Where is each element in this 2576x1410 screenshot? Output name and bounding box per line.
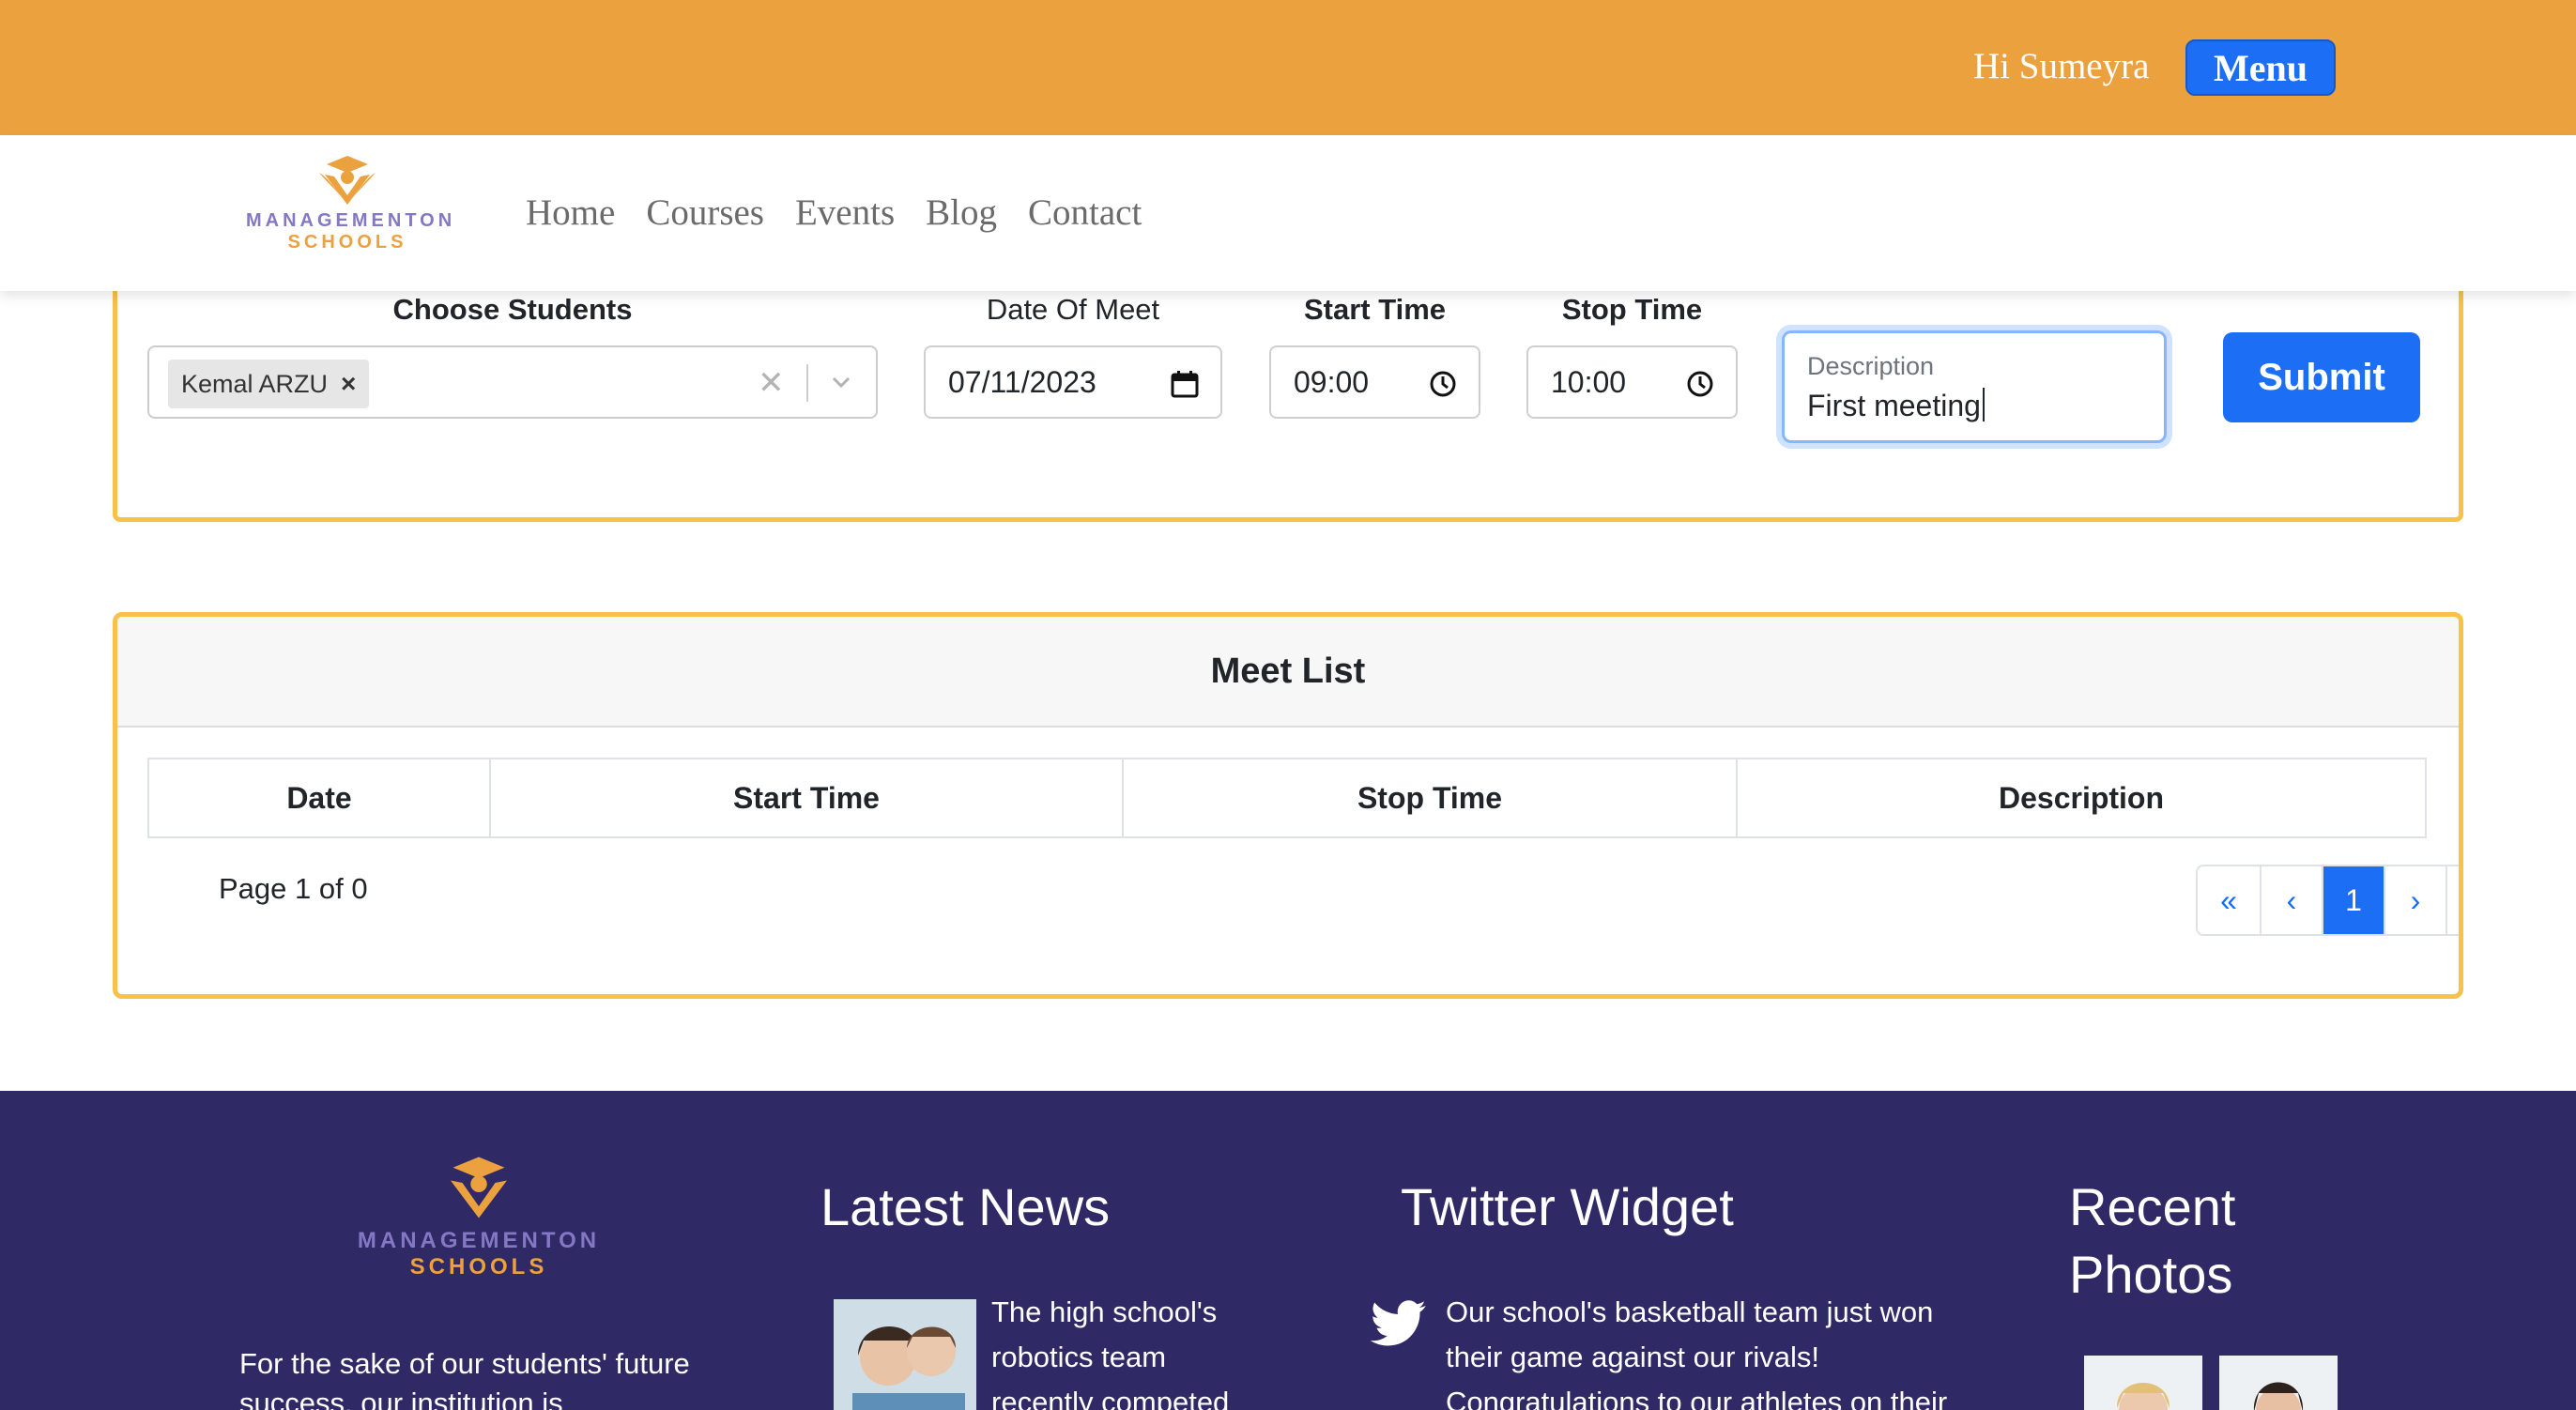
- start-time-label: Start Time: [1303, 293, 1447, 326]
- logo-text-line1: MANAGEMENTON: [357, 1228, 601, 1253]
- user-greeting: Hi Sumeyra: [1973, 46, 2150, 86]
- start-time-input[interactable]: 09:00: [1269, 345, 1480, 419]
- recent-photos-heading: Recent Photos: [2069, 1177, 2236, 1304]
- column-header-stop-time[interactable]: Stop Time: [1122, 758, 1738, 838]
- selected-student-tag: Kemal ARZU ×: [168, 360, 370, 408]
- recent-photo-thumbnail[interactable]: [2219, 1356, 2338, 1410]
- nav-events[interactable]: Events: [795, 192, 895, 234]
- nav-courses[interactable]: Courses: [646, 192, 764, 234]
- stop-time-label: Stop Time: [1561, 293, 1703, 326]
- meet-date-input[interactable]: 07/11/2023: [924, 345, 1222, 419]
- logo-text-line1: MANAGEMENTON: [246, 210, 456, 231]
- site-footer: MANAGEMENTON SCHOOLS For the sake of our…: [0, 1091, 2576, 1410]
- remove-student-icon[interactable]: ×: [341, 369, 356, 399]
- student-multiselect[interactable]: Kemal ARZU × ✕: [147, 345, 878, 419]
- clock-icon[interactable]: [1428, 369, 1458, 399]
- date-label: Date Of Meet: [986, 293, 1160, 326]
- nav-blog[interactable]: Blog: [926, 192, 997, 234]
- school-logo[interactable]: MANAGEMENTON SCHOOLS: [246, 152, 456, 253]
- stop-time-value: 10:00: [1551, 364, 1627, 399]
- selected-student-name: Kemal ARZU: [181, 369, 329, 398]
- pagination: « ‹ 1 › »: [2196, 865, 2459, 936]
- column-header-description[interactable]: Description: [1736, 758, 2427, 838]
- nav-contact[interactable]: Contact: [1028, 192, 1142, 234]
- top-bar: Hi Sumeyra Menu: [0, 0, 2576, 135]
- twitter-widget-heading: Twitter Widget: [1401, 1177, 1734, 1236]
- description-value: First meeting: [1807, 389, 1981, 422]
- submit-button[interactable]: Submit: [2223, 332, 2420, 422]
- recent-photo-thumbnail[interactable]: [2084, 1356, 2202, 1410]
- last-page-button[interactable]: »: [2446, 866, 2459, 934]
- meet-table: Date Start Time Stop Time Description: [147, 758, 2427, 838]
- meet-date-value: 07/11/2023: [948, 364, 1096, 399]
- prev-page-button[interactable]: ‹: [2260, 866, 2322, 934]
- logo-text-line2: SCHOOLS: [287, 232, 407, 253]
- chevron-down-icon[interactable]: [827, 368, 855, 396]
- stop-time-input[interactable]: 10:00: [1526, 345, 1738, 419]
- menu-button[interactable]: Menu: [2185, 39, 2336, 96]
- start-time-value: 09:00: [1294, 364, 1370, 399]
- clear-selection-icon[interactable]: ✕: [758, 364, 785, 402]
- logo-text-line2: SCHOOLS: [409, 1254, 548, 1280]
- graduation-cap-logo-icon: [319, 156, 376, 205]
- footer-about-text: For the sake of our students' future suc…: [239, 1347, 690, 1410]
- page-info: Page 1 of 0: [219, 872, 368, 905]
- news-item-text[interactable]: The high school's robotics team recently…: [991, 1290, 1264, 1410]
- page-1-button[interactable]: 1: [2322, 866, 2384, 934]
- nav-home[interactable]: Home: [526, 192, 615, 234]
- calendar-icon[interactable]: [1170, 369, 1200, 399]
- latest-news-heading: Latest News: [820, 1177, 1111, 1236]
- tweet-text[interactable]: Our school's basketball team just won th…: [1446, 1290, 1990, 1410]
- nav-links: Home Courses Events Blog Contact: [526, 192, 1142, 234]
- news-thumbnail[interactable]: [834, 1299, 976, 1410]
- select-divider: [806, 364, 808, 402]
- meet-list-card: Meet List Date Start Time Stop Time Desc…: [113, 612, 2463, 999]
- clock-icon[interactable]: [1685, 369, 1715, 399]
- meet-list-title: Meet List: [117, 617, 2459, 728]
- column-header-start-time[interactable]: Start Time: [489, 758, 1124, 838]
- first-page-button[interactable]: «: [2198, 866, 2260, 934]
- graduation-cap-logo-icon: [451, 1157, 507, 1218]
- main-navbar: MANAGEMENTON SCHOOLS Home Courses Events…: [0, 135, 2576, 291]
- twitter-bird-icon: [1371, 1300, 1426, 1346]
- students-label: Choose Students: [392, 293, 633, 326]
- next-page-button[interactable]: ›: [2384, 866, 2446, 934]
- column-header-date[interactable]: Date: [147, 758, 491, 838]
- description-floating-label: Description: [1807, 352, 1935, 380]
- footer-logo[interactable]: MANAGEMENTON SCHOOLS: [349, 1151, 608, 1280]
- description-input[interactable]: Description First meeting: [1782, 330, 2167, 443]
- text-caret: [1982, 388, 1985, 421]
